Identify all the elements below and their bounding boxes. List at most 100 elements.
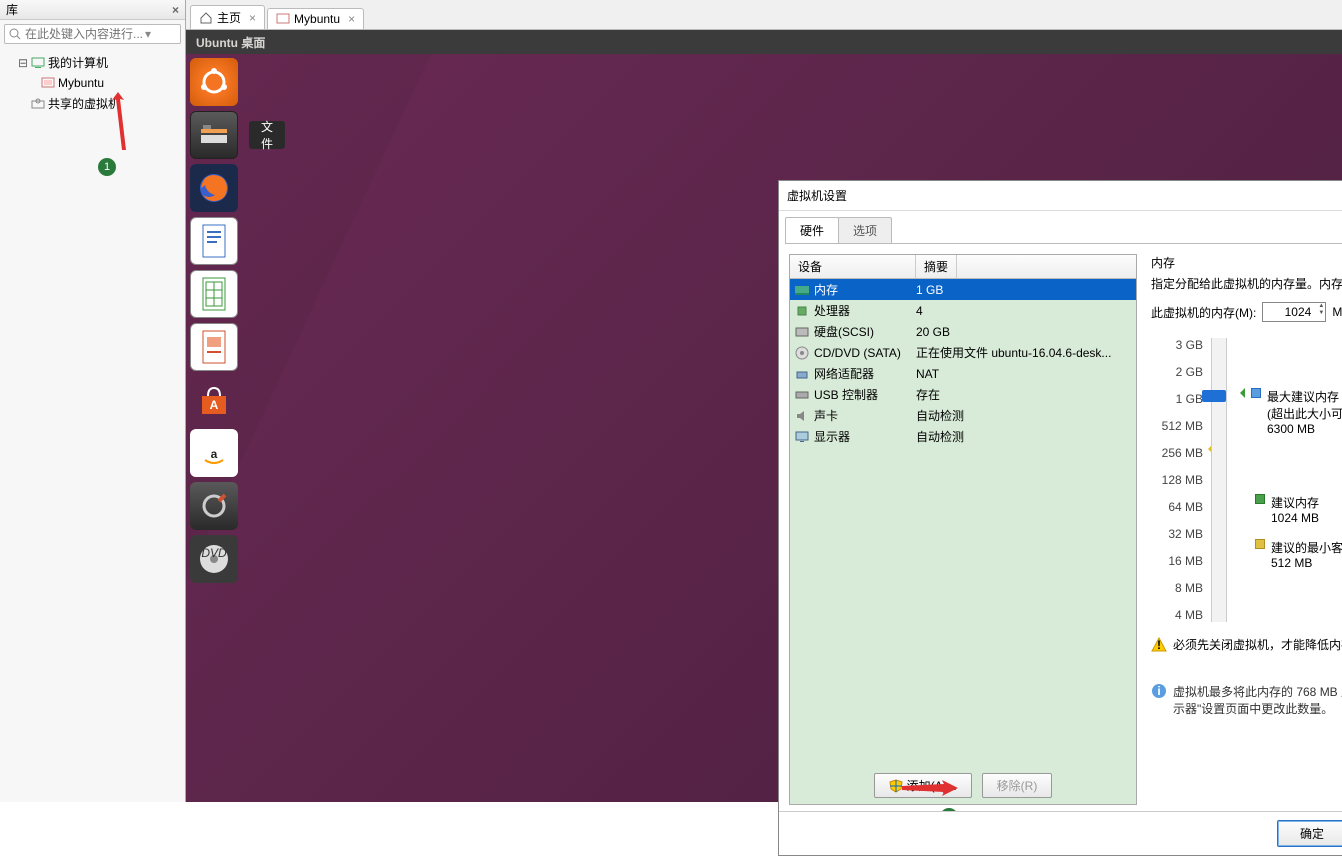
- tree-collapse-icon[interactable]: ⊟: [18, 56, 28, 70]
- tab-hardware[interactable]: 硬件: [785, 217, 839, 243]
- device-list: 设备 摘要 内存1 GB 处理器4 硬盘(SCSI)20 GB CD/DVD (…: [789, 254, 1137, 805]
- scale-markers: 最大建议内存 (超出此大小可能发生内存交换。) 6300 MB: [1235, 338, 1342, 622]
- shared-icon: [30, 96, 46, 112]
- main-area: 主页 × Mybuntu × Ubuntu 桌面 文件 A a DVD: [186, 0, 1342, 802]
- launcher-dvd-icon[interactable]: DVD: [190, 535, 238, 583]
- library-close-icon[interactable]: ×: [172, 3, 179, 17]
- launcher-firefox-icon[interactable]: [190, 164, 238, 212]
- vm-icon: [40, 75, 56, 91]
- memory-section-title: 内存: [1151, 254, 1342, 271]
- library-panel: 库 × ▾ ⊟ 我的计算机 Mybuntu 共享的虚拟机 1: [0, 0, 186, 802]
- memory-slider-thumb[interactable]: [1202, 390, 1226, 402]
- device-row-memory[interactable]: 内存1 GB: [790, 279, 1136, 300]
- memory-warning: ! 必须先关闭虚拟机，才能降低内存量。: [1151, 636, 1342, 653]
- computer-icon: [30, 55, 46, 71]
- annotation-badge-1: 1: [98, 158, 116, 176]
- launcher-tooltip: 文件: [249, 121, 285, 149]
- tab-vm-label: Mybuntu: [294, 12, 340, 26]
- disk-icon: [794, 325, 810, 339]
- ubuntu-launcher: 文件 A a DVD: [190, 58, 244, 583]
- svg-text:DVD: DVD: [201, 546, 227, 560]
- network-icon: [794, 367, 810, 381]
- svg-text:A: A: [210, 398, 219, 412]
- min-memory-marker: 建议的最小客户机操作系统内存 512 MB: [1235, 539, 1342, 570]
- blue-square-icon: [1251, 388, 1261, 398]
- launcher-store-icon[interactable]: A: [190, 376, 238, 424]
- memory-icon: [794, 283, 810, 297]
- library-title: 库: [6, 1, 18, 18]
- device-row-cpu[interactable]: 处理器4: [790, 300, 1136, 321]
- launcher-files-icon[interactable]: 文件: [190, 111, 238, 159]
- launcher-amazon-icon[interactable]: a: [190, 429, 238, 477]
- device-list-header: 设备 摘要: [790, 255, 1136, 279]
- display-icon: [794, 430, 810, 444]
- search-icon: [9, 28, 21, 40]
- annotation-badge-2: 2: [940, 808, 958, 811]
- remove-device-button: 移除(R): [982, 773, 1053, 798]
- scale-tick-labels: 3 GB2 GB1 GB512 MB256 MB128 MB64 MB32 MB…: [1151, 338, 1203, 622]
- col-device: 设备: [790, 255, 916, 278]
- memory-settings-pane: 内存 指定分配给此虚拟机的内存量。内存大小必须为 4 MB 的倍数。 此虚拟机的…: [1151, 254, 1342, 805]
- tree-vm-item[interactable]: Mybuntu: [4, 73, 181, 93]
- device-row-usb[interactable]: USB 控制器存在: [790, 384, 1136, 405]
- device-rows: 内存1 GB 处理器4 硬盘(SCSI)20 GB CD/DVD (SATA)正…: [790, 279, 1136, 804]
- svg-text:a: a: [211, 447, 218, 461]
- tab-vm[interactable]: Mybuntu ×: [267, 8, 364, 29]
- yellow-square-icon: [1255, 539, 1265, 549]
- device-row-net[interactable]: 网络适配器NAT: [790, 363, 1136, 384]
- launcher-impress-icon[interactable]: [190, 323, 238, 371]
- device-row-cd[interactable]: CD/DVD (SATA)正在使用文件 ubuntu-16.04.6-desk.…: [790, 342, 1136, 363]
- svg-text:i: i: [1157, 684, 1160, 698]
- launcher-calc-icon[interactable]: [190, 270, 238, 318]
- launcher-writer-icon[interactable]: [190, 217, 238, 265]
- tree-shared-vms[interactable]: 共享的虚拟机: [4, 93, 181, 114]
- memory-description: 指定分配给此虚拟机的内存量。内存大小必须为 4 MB 的倍数。: [1151, 275, 1342, 292]
- launcher-settings-icon[interactable]: [190, 482, 238, 530]
- memory-scale: 3 GB2 GB1 GB512 MB256 MB128 MB64 MB32 MB…: [1151, 338, 1342, 622]
- tab-home-label: 主页: [217, 9, 241, 26]
- launcher-dash-icon[interactable]: [190, 58, 238, 106]
- memory-input-label: 此虚拟机的内存(M):: [1151, 304, 1256, 321]
- device-row-display[interactable]: 显示器自动检测: [790, 426, 1136, 447]
- triangle-left-icon: [1235, 388, 1245, 398]
- device-row-sound[interactable]: 声卡自动检测: [790, 405, 1136, 426]
- memory-input-row: 此虚拟机的内存(M): MB: [1151, 302, 1342, 322]
- library-search-input[interactable]: [25, 27, 145, 41]
- tab-home[interactable]: 主页 ×: [190, 5, 265, 29]
- library-header: 库 ×: [0, 0, 185, 20]
- tree-root-label: 我的计算机: [48, 54, 108, 71]
- device-row-disk[interactable]: 硬盘(SCSI)20 GB: [790, 321, 1136, 342]
- memory-slider-track[interactable]: [1211, 338, 1227, 622]
- dialog-title: 虚拟机设置: [787, 187, 847, 204]
- add-device-button[interactable]: 添加(A)...: [874, 773, 972, 798]
- vm-workspace: 文件 A a DVD 虚拟机设置 ✕ 硬件 选项: [186, 54, 1342, 802]
- dialog-footer: 确定 取消 帮助: [779, 811, 1342, 855]
- green-square-icon: [1255, 494, 1265, 504]
- dialog-tabs: 硬件 选项: [785, 217, 1342, 244]
- memory-input[interactable]: [1262, 302, 1326, 322]
- info-icon: i: [1151, 683, 1167, 699]
- ok-button[interactable]: 确定: [1277, 820, 1342, 847]
- tree-shared-label: 共享的虚拟机: [48, 95, 120, 112]
- memory-hint: i 虚拟机最多将此内存的 768 MB 用作图形内存。您可以在"显示器"设置页面…: [1151, 683, 1342, 717]
- tabs-bar: 主页 × Mybuntu ×: [186, 0, 1342, 30]
- memory-unit: MB: [1332, 305, 1342, 319]
- cpu-icon: [794, 304, 810, 318]
- warning-icon: !: [1151, 637, 1167, 653]
- recommended-memory-marker: 建议内存 1024 MB: [1235, 494, 1342, 525]
- tab-options[interactable]: 选项: [838, 217, 892, 243]
- tab-close-icon[interactable]: ×: [249, 11, 256, 25]
- library-search[interactable]: ▾: [4, 24, 181, 44]
- tab-close-icon[interactable]: ×: [348, 12, 355, 26]
- shield-icon: [889, 779, 903, 793]
- svg-text:!: !: [1157, 638, 1161, 652]
- usb-icon: [794, 388, 810, 402]
- tree-my-computer[interactable]: ⊟ 我的计算机: [4, 52, 181, 73]
- tree-vm-label: Mybuntu: [58, 76, 104, 90]
- col-summary: 摘要: [916, 255, 957, 278]
- sound-icon: [794, 409, 810, 423]
- home-icon: [199, 11, 213, 25]
- cd-icon: [794, 346, 810, 360]
- dropdown-icon[interactable]: ▾: [145, 27, 151, 41]
- device-actions: 添加(A)... 移除(R): [790, 773, 1136, 798]
